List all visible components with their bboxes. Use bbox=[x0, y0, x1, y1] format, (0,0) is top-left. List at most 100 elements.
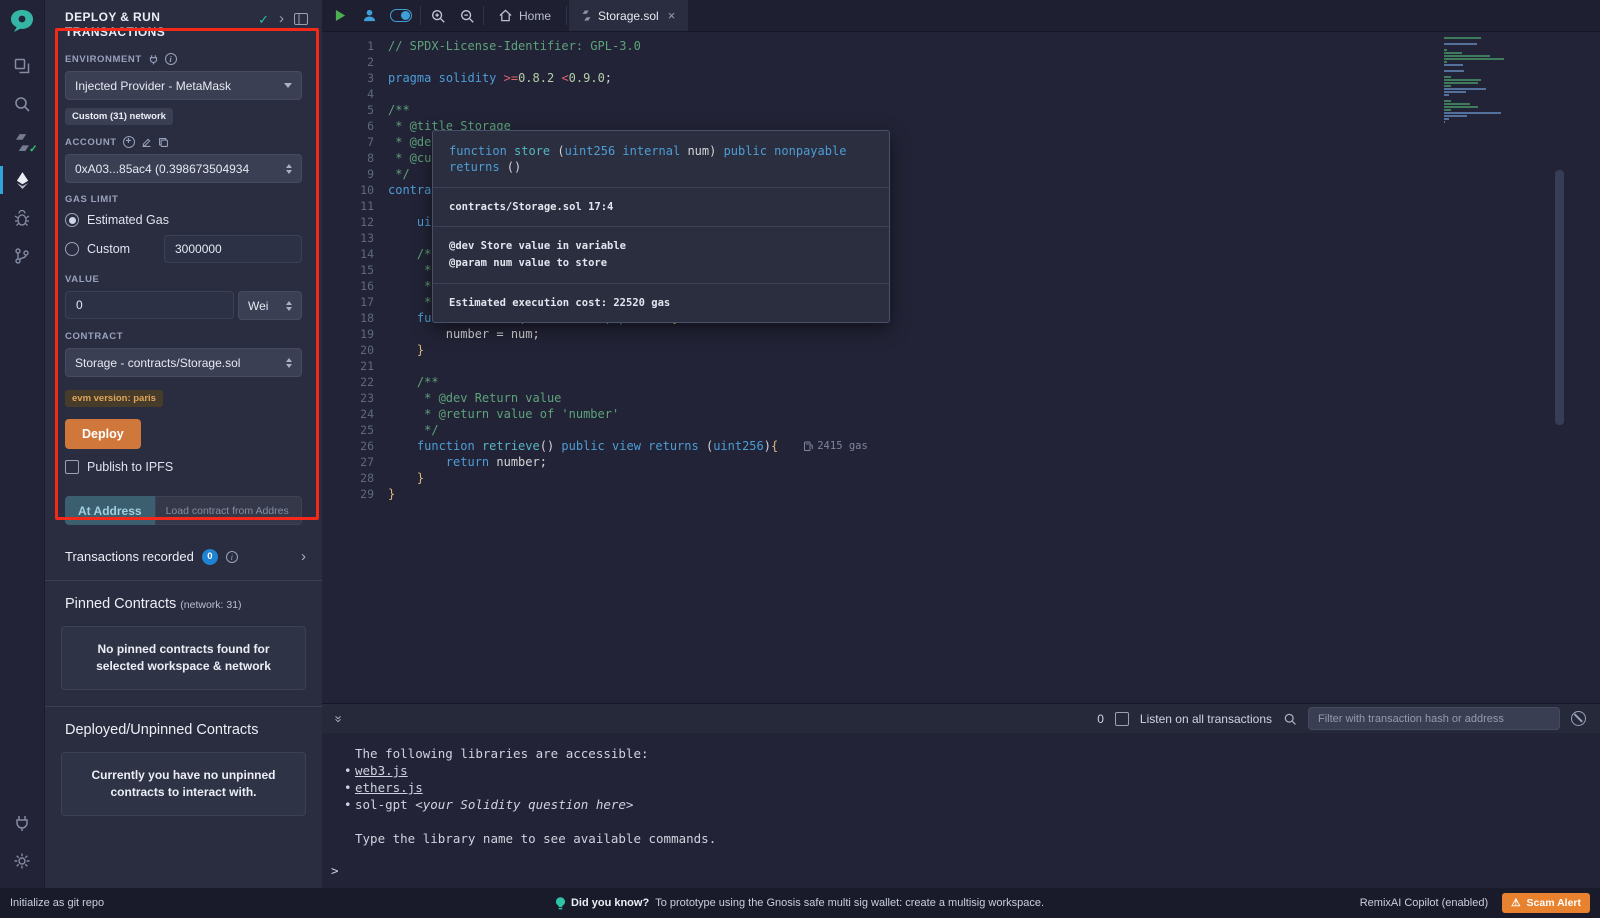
code-line[interactable]: } bbox=[388, 470, 1490, 486]
clear-console-icon[interactable] bbox=[1571, 711, 1586, 726]
deploy-form: ENVIRONMENT i Injected Provider - MetaMa… bbox=[45, 53, 322, 525]
zoom-in-icon[interactable] bbox=[423, 0, 452, 31]
tip-text: To prototype using the Gnosis safe multi… bbox=[655, 897, 1044, 909]
code-line[interactable]: pragma solidity >=0.8.2 <0.9.0; bbox=[388, 70, 1490, 86]
custom-gas-radio[interactable] bbox=[65, 242, 79, 256]
tab-home[interactable]: Home bbox=[486, 0, 564, 31]
code-line[interactable]: * @return value of 'number' bbox=[388, 406, 1490, 422]
updown-arrows-icon bbox=[286, 358, 292, 368]
code-line[interactable] bbox=[388, 358, 1490, 374]
deploy-and-run-icon[interactable] bbox=[0, 161, 45, 199]
publish-ipfs-checkbox[interactable] bbox=[65, 460, 79, 474]
line-number: 3 bbox=[322, 70, 374, 86]
panel-expand-chevron-icon[interactable]: › bbox=[279, 10, 284, 27]
publish-collaborate-icon[interactable] bbox=[355, 0, 384, 31]
did-you-know-tip: Did you know? To prototype using the Gno… bbox=[556, 897, 1044, 910]
terminal-link[interactable]: web3.js bbox=[355, 763, 408, 778]
terminal-toolbar: » 0 Listen on all transactions bbox=[322, 703, 1600, 733]
terminal-prompt[interactable]: > bbox=[322, 863, 1600, 878]
code-line[interactable]: */ bbox=[388, 422, 1490, 438]
minimap[interactable] bbox=[1444, 37, 1510, 124]
code-line[interactable]: * @dev Return value bbox=[388, 390, 1490, 406]
line-number: 20 bbox=[322, 342, 374, 358]
copilot-status[interactable]: RemixAI Copilot (enabled) bbox=[1360, 897, 1488, 909]
account-label-row: ACCOUNT bbox=[65, 136, 302, 148]
line-number: 11 bbox=[322, 198, 374, 214]
toggle-icon[interactable] bbox=[384, 0, 418, 31]
transactions-info-icon[interactable]: i bbox=[226, 551, 238, 563]
debugger-icon[interactable] bbox=[0, 199, 45, 237]
custom-gas-input[interactable] bbox=[164, 235, 302, 263]
code-line[interactable]: } bbox=[388, 486, 1490, 502]
solidity-file-icon bbox=[582, 9, 591, 22]
line-number: 2 bbox=[322, 54, 374, 70]
value-unit-select[interactable]: Wei bbox=[238, 291, 302, 320]
line-number: 21 bbox=[322, 358, 374, 374]
editor-scrollbar[interactable] bbox=[1555, 32, 1564, 703]
account-select[interactable]: 0xA03...85ac4 (0.398673504934 bbox=[65, 154, 302, 183]
code-line[interactable]: /** bbox=[388, 102, 1490, 118]
account-value: 0xA03...85ac4 (0.398673504934 bbox=[75, 162, 249, 176]
transactions-recorded-row: Transactions recorded 0 i › bbox=[45, 531, 322, 581]
line-number: 10 bbox=[322, 182, 374, 198]
search-icon[interactable] bbox=[0, 85, 45, 123]
transactions-count-badge: 0 bbox=[202, 549, 218, 565]
transactions-expand-chevron-icon[interactable]: › bbox=[301, 548, 306, 565]
transaction-filter-input[interactable] bbox=[1308, 707, 1560, 730]
code-line[interactable]: // SPDX-License-Identifier: GPL-3.0 bbox=[388, 38, 1490, 54]
publish-ipfs-row: Publish to IPFS bbox=[65, 460, 302, 474]
file-explorer-icon[interactable] bbox=[0, 47, 45, 85]
value-input[interactable] bbox=[65, 291, 234, 319]
code-line[interactable] bbox=[388, 86, 1490, 102]
warning-icon: ⚠ bbox=[1511, 897, 1520, 909]
toolbar-separator bbox=[420, 6, 421, 25]
line-number: 27 bbox=[322, 454, 374, 470]
listen-transactions-checkbox[interactable] bbox=[1115, 712, 1129, 726]
code-line[interactable]: /** bbox=[388, 374, 1490, 390]
plugin-manager-icon[interactable] bbox=[0, 804, 45, 842]
line-number: 5 bbox=[322, 102, 374, 118]
source-control-icon[interactable] bbox=[0, 237, 45, 275]
collapse-terminal-icon[interactable]: » bbox=[332, 715, 347, 721]
deploy-button[interactable]: Deploy bbox=[65, 419, 141, 449]
git-init-button[interactable]: Initialize as git repo bbox=[10, 897, 104, 909]
at-address-button[interactable]: At Address bbox=[65, 496, 155, 525]
sign-message-icon[interactable] bbox=[141, 137, 152, 148]
line-number: 15 bbox=[322, 262, 374, 278]
tab-storage-sol[interactable]: Storage.sol × bbox=[569, 0, 688, 31]
environment-select[interactable]: Injected Provider - MetaMask bbox=[65, 71, 302, 100]
settings-gear-icon[interactable] bbox=[0, 842, 45, 880]
listen-transactions-label: Listen on all transactions bbox=[1140, 712, 1272, 726]
code-line[interactable] bbox=[388, 54, 1490, 70]
code-line[interactable]: } bbox=[388, 342, 1490, 358]
plug-icon[interactable] bbox=[148, 54, 159, 65]
code-line[interactable]: function retrieve() public view returns … bbox=[388, 438, 1490, 454]
zoom-out-icon[interactable] bbox=[452, 0, 481, 31]
estimated-gas-radio[interactable] bbox=[65, 213, 79, 227]
run-script-icon[interactable] bbox=[326, 0, 355, 31]
terminal-link[interactable]: ethers.js bbox=[355, 780, 423, 795]
pin-panel-icon[interactable] bbox=[294, 13, 308, 25]
terminal[interactable]: The following libraries are accessible:w… bbox=[322, 733, 1600, 888]
at-address-input[interactable] bbox=[155, 496, 302, 525]
gas-limit-label: GAS LIMIT bbox=[65, 194, 302, 205]
terminal-line bbox=[322, 813, 1600, 830]
solidity-compiler-icon[interactable]: ✓ bbox=[0, 123, 45, 161]
contract-select[interactable]: Storage - contracts/Storage.sol bbox=[65, 348, 302, 377]
line-number: 19 bbox=[322, 326, 374, 342]
terminal-search-icon[interactable] bbox=[1283, 712, 1297, 726]
add-account-icon[interactable] bbox=[123, 136, 135, 148]
remix-logo-icon[interactable] bbox=[9, 9, 35, 33]
scrollbar-thumb[interactable] bbox=[1555, 170, 1564, 425]
code-line[interactable]: number = num; bbox=[388, 326, 1490, 342]
environment-info-icon[interactable]: i bbox=[165, 53, 177, 65]
code-line[interactable]: return number; bbox=[388, 454, 1490, 470]
scam-alert-button[interactable]: ⚠ Scam Alert bbox=[1502, 893, 1590, 913]
at-address-row: At Address bbox=[65, 496, 302, 525]
copy-account-icon[interactable] bbox=[158, 137, 169, 148]
code-editor[interactable]: 1234567891011121314151617181920212223242… bbox=[322, 32, 1600, 703]
close-tab-icon[interactable]: × bbox=[668, 8, 676, 23]
line-number: 9 bbox=[322, 166, 374, 182]
line-number: 24 bbox=[322, 406, 374, 422]
pinned-contracts-heading: Pinned Contracts bbox=[65, 596, 176, 612]
